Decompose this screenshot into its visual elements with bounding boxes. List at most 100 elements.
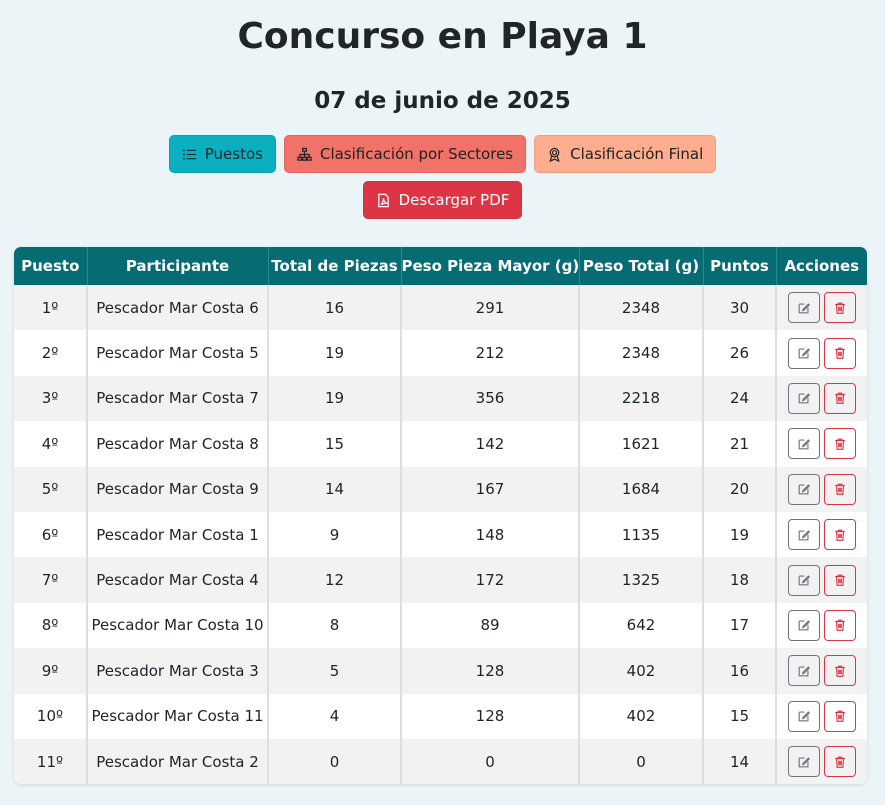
- edit-button[interactable]: [788, 564, 820, 596]
- puestos-button-label: Puestos: [204, 145, 263, 163]
- delete-button[interactable]: [824, 292, 856, 324]
- header-peso-pieza-mayor[interactable]: Peso Pieza Mayor (g): [401, 247, 580, 285]
- trash-icon: [835, 438, 845, 450]
- cell-puntos: 24: [703, 375, 777, 422]
- edit-icon: [798, 575, 811, 586]
- edit-icon: [798, 529, 811, 541]
- header-peso-total[interactable]: Peso Total (g): [579, 247, 704, 285]
- table-row: 11º Pescador Mar Costa 2 0 0 0 14: [14, 738, 867, 785]
- trash-icon: [835, 710, 845, 723]
- header-participante[interactable]: Participante: [87, 247, 269, 285]
- cell-total: 1325: [579, 557, 704, 603]
- cell-piezas: 0: [268, 738, 402, 785]
- cell-mayor: 89: [401, 602, 580, 649]
- trash-icon: [835, 574, 845, 586]
- cell-puesto: 6º: [14, 511, 88, 558]
- cell-puesto: 11º: [14, 738, 88, 785]
- edit-button[interactable]: [788, 473, 820, 505]
- cell-piezas: 15: [268, 421, 402, 467]
- cell-piezas: 9: [268, 511, 402, 558]
- cell-mayor: 172: [401, 557, 580, 603]
- header-total-piezas[interactable]: Total de Piezas: [268, 247, 402, 285]
- row-actions: [777, 609, 867, 641]
- edit-button[interactable]: [788, 746, 820, 778]
- list-icon: [182, 148, 196, 160]
- cell-participante: Pescador Mar Costa 1: [87, 511, 269, 558]
- cell-mayor: 291: [401, 285, 580, 331]
- diagram-icon: [297, 147, 312, 161]
- edit-button[interactable]: [788, 428, 820, 460]
- row-actions: [777, 700, 867, 732]
- cell-mayor: 212: [401, 330, 580, 376]
- cell-puntos: 17: [703, 602, 777, 649]
- delete-button[interactable]: [824, 473, 856, 505]
- header-puntos[interactable]: Puntos: [703, 247, 777, 285]
- cell-puesto: 8º: [14, 602, 88, 649]
- cell-acciones: [776, 738, 867, 785]
- edit-icon: [798, 711, 811, 722]
- trash-icon: [835, 302, 845, 314]
- delete-button[interactable]: [824, 609, 856, 641]
- cell-participante: Pescador Mar Costa 7: [87, 375, 269, 422]
- cell-mayor: 142: [401, 421, 580, 467]
- row-actions: [777, 428, 867, 460]
- header-puesto[interactable]: Puesto: [14, 247, 88, 285]
- cell-participante: Pescador Mar Costa 3: [87, 648, 269, 694]
- edit-button[interactable]: [788, 700, 820, 732]
- table-row: 7º Pescador Mar Costa 4 12 172 1325 18: [14, 557, 867, 603]
- edit-button[interactable]: [788, 382, 820, 414]
- delete-button[interactable]: [824, 564, 856, 596]
- cell-mayor: 356: [401, 375, 580, 422]
- cell-puntos: 30: [703, 285, 777, 331]
- cell-puesto: 4º: [14, 421, 88, 467]
- clasificacion-final-label: Clasificación Final: [570, 145, 704, 163]
- cell-puntos: 26: [703, 330, 777, 376]
- sectores-button[interactable]: Clasificación por Sectores: [283, 135, 527, 173]
- delete-button[interactable]: [824, 337, 856, 369]
- cell-puesto: 9º: [14, 648, 88, 694]
- table-row: 2º Pescador Mar Costa 5 19 212 2348 26: [14, 330, 867, 376]
- cell-acciones: [776, 511, 867, 558]
- table-row: 8º Pescador Mar Costa 10 8 89 642 17: [14, 602, 867, 649]
- results-table-container: Puesto Participante Total de Piezas Peso…: [14, 247, 867, 785]
- cell-acciones: [776, 330, 867, 376]
- descargar-pdf-button[interactable]: Descargar PDF: [362, 181, 523, 219]
- table-row: 4º Pescador Mar Costa 8 15 142 1621 21: [14, 421, 867, 467]
- cell-total: 2348: [579, 285, 704, 331]
- cell-puntos: 16: [703, 648, 777, 694]
- view-buttons: Puestos Clasificación por Sectores Clasi…: [0, 135, 885, 173]
- cell-total: 1621: [579, 421, 704, 467]
- edit-button[interactable]: [788, 292, 820, 324]
- delete-button[interactable]: [824, 700, 856, 732]
- trash-icon: [835, 483, 845, 496]
- cell-puntos: 18: [703, 557, 777, 603]
- cell-total: 0: [579, 738, 704, 785]
- cell-participante: Pescador Mar Costa 11: [87, 693, 269, 739]
- delete-button[interactable]: [824, 746, 856, 778]
- edit-icon: [798, 666, 811, 677]
- delete-button[interactable]: [824, 655, 856, 687]
- edit-button[interactable]: [788, 609, 820, 641]
- cell-acciones: [776, 375, 867, 422]
- edit-button[interactable]: [788, 519, 820, 551]
- edit-button[interactable]: [788, 655, 820, 687]
- edit-button[interactable]: [788, 337, 820, 369]
- cell-mayor: 0: [401, 738, 580, 785]
- puestos-button[interactable]: Puestos: [168, 135, 276, 173]
- cell-puntos: 20: [703, 466, 777, 512]
- cell-puesto: 7º: [14, 557, 88, 603]
- page-title: Concurso en Playa 1: [237, 16, 648, 57]
- delete-button[interactable]: [824, 382, 856, 414]
- cell-acciones: [776, 602, 867, 649]
- row-actions: [777, 292, 867, 324]
- cell-puesto: 2º: [14, 330, 88, 376]
- delete-button[interactable]: [824, 428, 856, 460]
- header-acciones: Acciones: [776, 247, 867, 285]
- clasificacion-final-button[interactable]: Clasificación Final: [534, 135, 717, 173]
- delete-button[interactable]: [824, 519, 856, 551]
- award-icon: [549, 147, 560, 162]
- trash-icon: [835, 665, 845, 677]
- cell-participante: Pescador Mar Costa 10: [87, 602, 269, 649]
- cell-puntos: 21: [703, 421, 777, 467]
- edit-icon: [798, 393, 811, 404]
